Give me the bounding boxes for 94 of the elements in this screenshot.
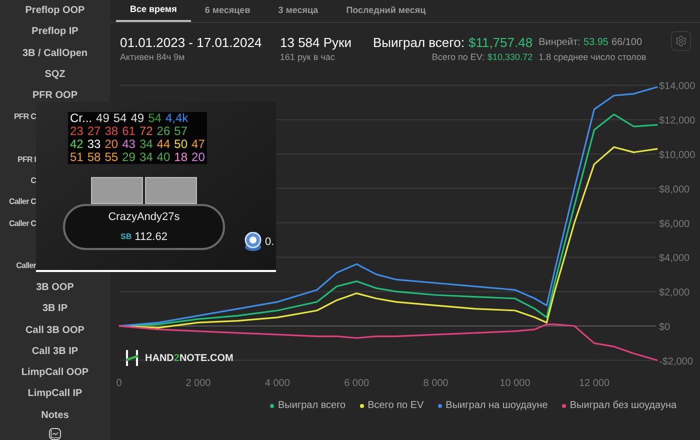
sidebar-item[interactable]: Preflop IP xyxy=(32,24,78,40)
axis-label: $10,000 xyxy=(659,150,696,161)
logo-text: HAND2NOTE.COM xyxy=(145,352,234,366)
stat-value: 50 xyxy=(174,138,188,151)
sidebar-item[interactable]: Preflop OOP xyxy=(25,3,85,18)
sidebar-item[interactable]: Caller xyxy=(16,260,36,272)
axis-label: $12,000 xyxy=(659,116,696,127)
stat-value: 29 xyxy=(122,151,136,164)
tab[interactable]: Все время xyxy=(116,0,191,22)
stat-value: 55 xyxy=(104,151,118,164)
date-range: 01.01.2023 - 17.01.2024 xyxy=(120,35,263,51)
legend-label[interactable]: Выиграл без шоудауна xyxy=(570,398,677,413)
settings-icon xyxy=(675,35,687,47)
stack-amount: 112.62 xyxy=(134,230,168,245)
axis-label: 6 000 xyxy=(344,378,370,389)
stat-value: 43 xyxy=(122,138,136,151)
won-value: $11,757.48 xyxy=(468,35,533,51)
hands-rate: 161 рук в час xyxy=(280,51,336,64)
sidebar-item[interactable]: PFR I xyxy=(18,154,36,166)
stat-value: 4,4k xyxy=(165,112,188,125)
stat-value: 57 xyxy=(174,125,188,138)
tab[interactable]: Последний месяц xyxy=(332,0,440,22)
sidebar-item[interactable]: PFR OOP xyxy=(32,88,78,104)
stat-value: 42 xyxy=(70,138,84,151)
sidebar-item[interactable]: Caller C xyxy=(8,196,36,208)
stat-value: 44 xyxy=(156,138,170,151)
axis-label: $8,000 xyxy=(659,184,690,196)
winrate-sample: 66/100 xyxy=(611,36,642,50)
logo-icon xyxy=(125,350,139,366)
stat-value: 54 xyxy=(148,112,162,125)
stat-value: Cr... xyxy=(70,112,92,125)
sidebar-item[interactable]: LimpCall IP xyxy=(28,386,82,402)
sidebar-item[interactable]: LimpCall OOP xyxy=(21,365,89,380)
axis-label: $6,000 xyxy=(659,218,690,230)
sidebar-item[interactable]: 3B OOP xyxy=(36,280,74,295)
tab[interactable]: 3 месяца xyxy=(264,0,332,22)
axis-label: $4,000 xyxy=(659,253,690,264)
sidebar-item[interactable]: 3B IP xyxy=(42,301,68,316)
legend-label[interactable]: Всего по EV xyxy=(368,398,424,413)
card-back xyxy=(145,177,197,204)
legend-label[interactable]: Выиграл на шоудауне xyxy=(446,398,548,413)
axis-label: $14,000 xyxy=(659,81,696,92)
stat-value: 27 xyxy=(87,125,101,138)
stat-value: 23 xyxy=(70,125,84,138)
stat-value: 34 xyxy=(139,138,153,151)
tables-average: 1.8 среднее число столов xyxy=(538,51,646,64)
won-label: Выиграл всего: xyxy=(373,35,464,51)
tab[interactable]: 6 месяцев xyxy=(190,0,264,22)
stat-value: 49 xyxy=(130,112,144,125)
stat-value: 33 xyxy=(87,138,101,151)
hands-count: 13 584 Руки xyxy=(280,35,352,51)
axis-label: -$2,000 xyxy=(659,356,693,368)
sidebar-item[interactable]: Notes xyxy=(41,408,69,423)
axis-label: 4 000 xyxy=(264,378,290,389)
winrate-value: 53.95 xyxy=(583,36,608,50)
stat-value: 51 xyxy=(70,151,84,164)
stat-value: 58 xyxy=(87,151,101,164)
card-back xyxy=(91,177,143,204)
stat-value: 18 xyxy=(174,151,188,164)
sidebar-item[interactable]: PFR C xyxy=(14,111,36,124)
axis-label: $2,000 xyxy=(659,288,690,299)
sidebar-item[interactable]: Caller C xyxy=(8,218,36,230)
stat-value: 40 xyxy=(156,151,170,164)
stat-value: 38 xyxy=(104,125,118,138)
stat-value: 34 xyxy=(139,151,153,164)
sidebar-item[interactable]: Call 3B IP xyxy=(32,344,78,359)
axis-label: 0 xyxy=(116,378,122,389)
stat-value: 72 xyxy=(139,125,153,138)
sidebar-item[interactable]: C xyxy=(30,175,36,188)
axis-label: 8 000 xyxy=(423,378,448,389)
ev-value: $10,330.72 xyxy=(488,51,533,64)
axis-label: $0 xyxy=(659,322,670,333)
position-label: SB xyxy=(120,231,132,244)
legend-label[interactable]: Выиграл всего xyxy=(278,398,346,413)
player-name: CrazyAndy27s xyxy=(108,210,180,224)
chart-icon[interactable] xyxy=(49,428,61,440)
stat-value: 47 xyxy=(192,138,205,151)
stat-value: 20 xyxy=(104,138,118,151)
stat-value: 20 xyxy=(192,151,205,164)
chip-stack-icon xyxy=(243,232,263,252)
winrate-label: Винрейт: xyxy=(538,36,580,50)
axis-label: 10 000 xyxy=(500,378,530,389)
stat-value: 61 xyxy=(122,125,136,138)
stat-value: 26 xyxy=(156,125,170,138)
sidebar-item[interactable]: 3B / CallOpen xyxy=(22,46,88,61)
sidebar-item[interactable]: SQZ xyxy=(44,67,66,82)
stat-value: 54 xyxy=(113,112,127,125)
ev-label: Всего по EV: xyxy=(432,51,485,64)
axis-label: 12 000 xyxy=(578,378,610,389)
active-time: Активен 84ч 9м xyxy=(120,51,186,64)
bet-amount: 0. xyxy=(265,234,274,250)
axis-label: 2 000 xyxy=(186,378,211,389)
stat-value: 49 xyxy=(96,112,110,125)
sidebar-item[interactable]: Call 3B OOP xyxy=(26,322,84,338)
